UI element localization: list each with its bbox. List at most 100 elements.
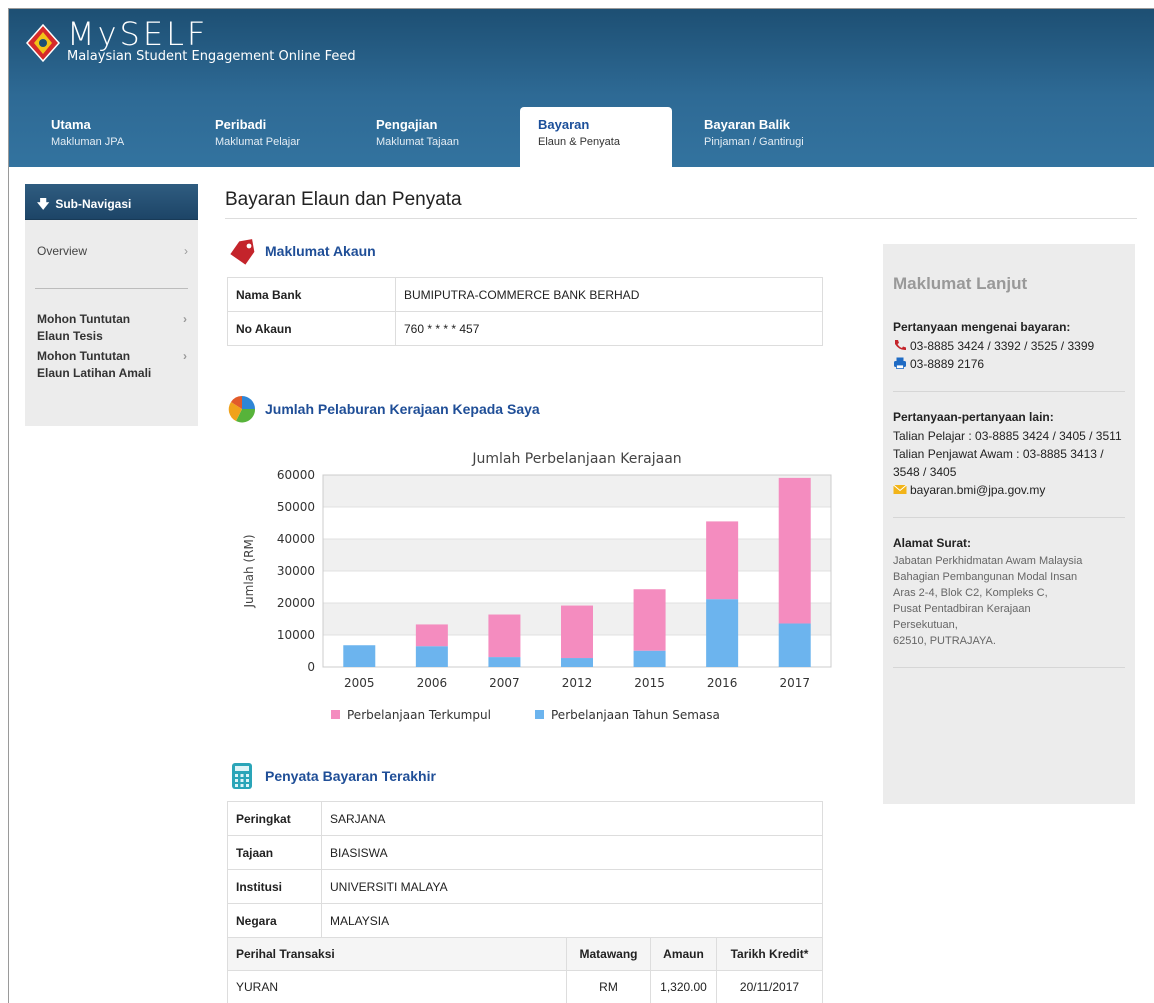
payment-phone-line: 03-8885 3424 / 3392 / 3525 / 3399 — [893, 337, 1125, 355]
bar-segment — [633, 589, 666, 651]
sidebar-item-overview[interactable]: Overview › — [25, 220, 198, 288]
bar-segment — [488, 657, 521, 667]
address-line: 62510, PUTRAJAYA. — [893, 635, 996, 647]
main-nav: Utama Makluman JPA Peribadi Maklumat Pel… — [9, 107, 1154, 167]
sub-navigation-title: Sub-Navigasi — [55, 197, 132, 211]
bar-segment — [343, 645, 376, 667]
grid-band — [323, 539, 831, 571]
sidebar-item-label: Mohon Tuntutan Elaun Tesis — [37, 312, 131, 343]
phone-icon — [895, 340, 906, 351]
y-tick-label: 20000 — [277, 596, 315, 610]
pie-chart-icon — [228, 395, 256, 423]
site-logo-title: MySELF — [67, 15, 209, 53]
sidebar-item-elaun-latihan-amali[interactable]: Mohon Tuntutan Elaun Latihan Amali › — [25, 348, 187, 382]
address-line: Bahagian Pembangunan Modal Insan — [893, 571, 1078, 583]
column-header: Tarikh Kredit* — [716, 937, 823, 971]
transaction-date: 20/11/2017 — [716, 970, 823, 1003]
section-title: Maklumat Akaun — [265, 243, 376, 259]
column-header: Perihal Transaksi — [227, 937, 567, 971]
table-header-row: Perihal Transaksi Matawang Amaun Tarikh … — [227, 937, 823, 971]
legend-label: Perbelanjaan Terkumpul — [347, 708, 491, 722]
tab-sublabel: Pinjaman / Gantirugi — [704, 136, 804, 148]
address-line: Persekutuan, — [893, 619, 958, 631]
bar-segment — [561, 605, 593, 659]
email-line[interactable]: bayaran.bmi@jpa.gov.my — [893, 481, 1125, 499]
tab-bayaran[interactable]: Bayaran Elaun & Penyata — [520, 107, 672, 167]
y-tick-label: 0 — [307, 660, 315, 674]
row-value: BIASISWA — [321, 835, 823, 870]
fax-printer-icon — [894, 357, 906, 369]
bar-segment — [488, 614, 521, 658]
row-label: Institusi — [227, 869, 322, 904]
info-panel: Maklumat Lanjut Pertanyaan mengenai baya… — [883, 244, 1135, 804]
tab-peribadi[interactable]: Peribadi Maklumat Pelajar — [203, 107, 312, 167]
row-value: SARJANA — [321, 801, 823, 836]
site-logo-subtitle: Malaysian Student Engagement Online Feed — [67, 49, 356, 64]
tab-label: Utama — [51, 117, 91, 132]
panel-title: Maklumat Lanjut — [893, 274, 1028, 293]
page-frame: MySELF Malaysian Student Engagement Onli… — [8, 8, 1154, 1003]
tab-label: Bayaran — [538, 117, 590, 132]
x-tick-label: 2006 — [417, 676, 448, 690]
bar-segment — [633, 650, 666, 667]
row-value: 760 * * * * 457 — [395, 311, 823, 346]
spending-chart: 0 10000 20000 30000 40000 50000 60000 Jumlah Pe… — [242, 451, 832, 722]
transaction-currency: RM — [566, 970, 651, 1003]
calculator-icon — [232, 763, 252, 789]
tab-label: Peribadi — [215, 117, 267, 132]
investment-section-heading: Jumlah Pelaburan Kerajaan Kepada Saya — [227, 394, 540, 424]
tab-sublabel: Maklumat Pelajar — [215, 136, 300, 148]
x-tick-label: 2007 — [489, 676, 520, 690]
payment-fax-line: 03-8889 2176 — [893, 355, 1125, 373]
tab-utama[interactable]: Utama Makluman JPA — [39, 107, 136, 167]
y-tick-label: 10000 — [277, 628, 315, 642]
table-row: Negara MALAYSIA — [227, 903, 823, 938]
tab-label: Bayaran Balik — [704, 117, 790, 132]
row-label: No Akaun — [227, 311, 396, 346]
chevron-right-icon: › — [183, 312, 187, 326]
bar-segment — [778, 623, 811, 667]
sub-navigation-header: 🡇 Sub-Navigasi — [25, 184, 198, 220]
section-title: Jumlah Pelaburan Kerajaan Kepada Saya — [265, 401, 540, 417]
table-row: Institusi UNIVERSITI MALAYA — [227, 869, 823, 904]
tab-bayaran-balik[interactable]: Bayaran Balik Pinjaman / Gantirugi — [692, 107, 816, 167]
payment-phone: 03-8885 3424 / 3392 / 3525 / 3399 — [910, 339, 1095, 353]
tag-icon — [230, 239, 255, 265]
civil-servant-line: Talian Penjawat Awam : 03-8885 3413 / 35… — [893, 447, 1104, 479]
sidebar-item-label: Mohon Tuntutan Elaun Latihan Amali — [37, 349, 152, 380]
statement-section-heading: Penyata Bayaran Terakhir — [227, 761, 436, 791]
legend-swatch — [331, 710, 340, 719]
table-row: No Akaun 760 * * * * 457 — [227, 311, 823, 346]
site-header: MySELF Malaysian Student Engagement Onli… — [9, 9, 1154, 167]
address-heading: Alamat Surat: — [893, 536, 972, 550]
address-line: Pusat Pentadbiran Kerajaan — [893, 603, 1031, 615]
x-tick-label: 2012 — [562, 676, 593, 690]
bar-segment — [561, 658, 593, 667]
y-tick-label: 60000 — [277, 468, 315, 482]
tab-pengajian[interactable]: Pengajian Maklumat Tajaan — [364, 107, 471, 167]
x-tick-label: 2015 — [634, 676, 665, 690]
x-tick-label: 2005 — [344, 676, 375, 690]
title-divider — [225, 218, 1137, 219]
other-contact-block: Pertanyaan-pertanyaan lain: Talian Pelaj… — [893, 410, 1125, 518]
email-link[interactable]: bayaran.bmi@jpa.gov.my — [910, 483, 1045, 497]
sidebar-item-elaun-tesis[interactable]: Mohon Tuntutan Elaun Tesis › — [25, 289, 187, 348]
table-row: YURAN RM 1,320.00 20/11/2017 — [227, 970, 823, 1003]
tab-sublabel: Elaun & Penyata — [538, 136, 620, 148]
envelope-icon — [893, 484, 907, 494]
tab-label: Pengajian — [376, 117, 438, 132]
arrow-down-icon: 🡇 — [37, 197, 50, 211]
row-value: BUMIPUTRA-COMMERCE BANK BERHAD — [395, 277, 823, 312]
sub-navigation: 🡇 Sub-Navigasi Overview › Mohon Tuntutan … — [25, 184, 198, 426]
x-tick-label: 2016 — [707, 676, 738, 690]
row-value: UNIVERSITI MALAYA — [321, 869, 823, 904]
address-line: Aras 2-4, Blok C2, Kompleks C, — [893, 587, 1048, 599]
row-value: MALAYSIA — [321, 903, 823, 938]
payment-fax: 03-8889 2176 — [910, 357, 985, 371]
legend-swatch — [535, 710, 544, 719]
address-line: Jabatan Perkhidmatan Awam Malaysia — [893, 555, 1083, 567]
bar-segment — [415, 646, 448, 667]
bar-segment — [706, 521, 739, 600]
chevron-right-icon: › — [184, 244, 188, 258]
payment-heading: Pertanyaan mengenai bayaran: — [893, 320, 1071, 334]
